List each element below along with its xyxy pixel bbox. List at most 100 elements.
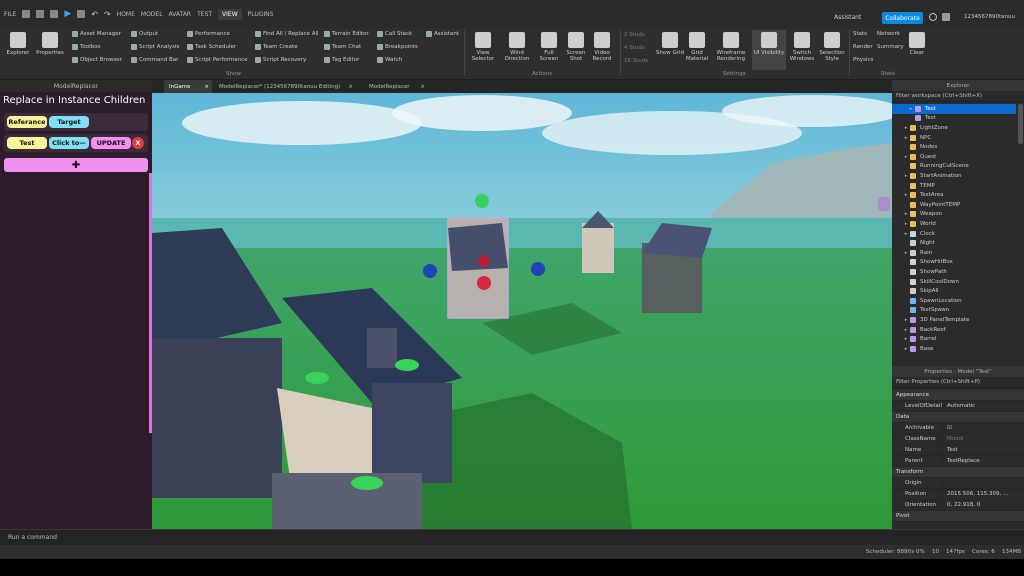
tab-avatar[interactable]: AVATAR [169, 11, 192, 18]
command-bar-button[interactable]: Command Bar [131, 57, 178, 63]
expand-arrow-icon[interactable]: ▸ [902, 336, 910, 342]
property-value[interactable]: 2015.506, 115.309, ... [942, 489, 1024, 499]
property-row[interactable]: Parent TestReplace [892, 456, 1024, 467]
tab-view[interactable]: VIEW [218, 8, 242, 20]
expand-arrow-icon[interactable]: ▸ [902, 125, 910, 131]
explorer-item[interactable]: ▸ World [892, 219, 1016, 229]
property-value[interactable]: Test [942, 445, 1024, 455]
clear-button[interactable]: Clear [902, 30, 932, 56]
script-analysis-button[interactable]: Script Analysis [131, 44, 179, 50]
wind-direction-button[interactable]: Wind Direction [502, 30, 532, 62]
expand-arrow-icon[interactable]: ▸ [902, 250, 910, 256]
stop-icon[interactable] [77, 10, 86, 18]
grid-material-button[interactable]: Grid Material [682, 30, 712, 62]
selection-style-button[interactable]: Selection Style [817, 30, 847, 62]
property-row[interactable]: Archivable ☑ [892, 423, 1024, 434]
physics-button[interactable]: Physics [853, 57, 873, 63]
tab-modelreplacer[interactable]: ModelReplacer × [364, 80, 428, 93]
task-scheduler-button[interactable]: Task Scheduler [187, 44, 236, 50]
open-icon[interactable] [36, 10, 45, 18]
view-selector-button[interactable]: View Selector [468, 30, 498, 62]
tab-test[interactable]: TEST [197, 11, 212, 18]
render-button[interactable]: Render [853, 44, 873, 50]
toolbox-button[interactable]: Toolbox [72, 44, 101, 50]
property-row[interactable]: LevelOfDetail Automatic [892, 401, 1024, 412]
explorer-item[interactable]: RunningCutScene [892, 162, 1016, 172]
property-value[interactable]: Model [942, 434, 1024, 444]
tab-modelreplacer-editing[interactable]: ModelReplacer* (1234567890tanuu Editing)… [214, 80, 356, 93]
tab-model[interactable]: MODEL [141, 11, 163, 18]
properties-filter-input[interactable]: Filter Properties (Ctrl+Shift+P) [892, 377, 1024, 388]
move-handle-x[interactable] [423, 264, 437, 278]
explorer-item[interactable]: ▸ StartAnimation [892, 171, 1016, 181]
explorer-item[interactable]: SpawnLocation [892, 296, 1016, 306]
reference-button[interactable]: Referance [7, 116, 47, 128]
move-handle-x[interactable] [531, 262, 545, 276]
close-icon[interactable]: × [204, 84, 209, 90]
object-browser-button[interactable]: Object Browser [72, 57, 122, 63]
expand-arrow-icon[interactable]: ▸ [902, 135, 910, 141]
output-button[interactable]: Output [131, 31, 158, 37]
username[interactable]: 1234567890tanuu [964, 14, 1015, 20]
team-create-button[interactable]: Team Create [255, 44, 298, 50]
explorer-item[interactable]: SkipAll [892, 286, 1016, 296]
explorer-filter-input[interactable]: Filter workspace (Ctrl+Shift+X) [892, 91, 1024, 102]
add-button[interactable]: ✚ [4, 158, 148, 172]
property-value[interactable]: TestReplace [942, 456, 1024, 466]
explorer-item[interactable]: ▸ TestArea [892, 190, 1016, 200]
team-chat-button[interactable]: Team Chat [324, 44, 361, 50]
explorer-item[interactable]: ▸ Rain [892, 248, 1016, 258]
property-value[interactable]: ☑ [942, 423, 1024, 433]
studs-16-option[interactable]: 16 Studs [624, 58, 648, 64]
move-handle-z[interactable] [478, 255, 490, 267]
script-recovery-button[interactable]: Script Recovery [255, 57, 306, 63]
video-record-button[interactable]: Video Record [587, 30, 617, 62]
ui-visibility-button[interactable]: UI Visibility [752, 30, 786, 70]
close-button[interactable]: X [132, 137, 144, 149]
update-button[interactable]: UPDATE [91, 137, 131, 149]
property-row[interactable]: Name Test [892, 445, 1024, 456]
test-button[interactable]: Test [7, 137, 47, 149]
3d-viewport[interactable] [152, 93, 892, 529]
expand-arrow-icon[interactable]: ▸ [902, 192, 910, 198]
explorer-item[interactable]: ▸ Test [892, 104, 1016, 114]
property-category[interactable]: Data [892, 412, 1024, 423]
property-category[interactable]: Pivot [892, 511, 1024, 522]
expand-arrow-icon[interactable]: ▸ [902, 211, 910, 217]
property-value[interactable]: 0, 22.918, 0 [942, 500, 1024, 510]
target-button[interactable]: Target [49, 116, 89, 128]
save-icon[interactable] [50, 10, 59, 18]
studs-4-option[interactable]: 4 Studs [624, 45, 645, 51]
expand-arrow-icon[interactable]: ▸ [902, 221, 910, 227]
tab-home[interactable]: HOME [117, 11, 135, 18]
close-icon[interactable]: × [348, 84, 353, 90]
property-value[interactable] [942, 478, 1024, 488]
property-row[interactable]: Origin [892, 478, 1024, 489]
explorer-item[interactable]: ▸ Weapon [892, 210, 1016, 220]
redo-icon[interactable]: ↷ [104, 10, 111, 19]
tab-ingame[interactable]: InGame × [164, 80, 212, 93]
studs-2-option[interactable]: 2 Studs [624, 32, 645, 38]
command-bar-input[interactable]: Run a command [0, 529, 1024, 545]
play-icon[interactable]: ▶ [64, 9, 71, 19]
properties-button[interactable]: Properties [35, 30, 65, 56]
terrain-editor-button[interactable]: Terrain Editor [324, 31, 369, 37]
explorer-item[interactable]: TEMP [892, 181, 1016, 191]
watch-button[interactable]: Watch [377, 57, 402, 63]
help-icon[interactable] [929, 13, 937, 21]
explorer-item[interactable]: ▸ Barrel [892, 334, 1016, 344]
property-category[interactable]: Appearance [892, 390, 1024, 401]
asset-manager-button[interactable]: Asset Manager [72, 31, 121, 37]
expand-arrow-icon[interactable]: ▸ [902, 346, 910, 352]
switch-windows-button[interactable]: Switch Windows [787, 30, 817, 62]
tab-plugins[interactable]: PLUGINS [248, 11, 274, 18]
collaborate-button[interactable]: Collaborate [882, 12, 923, 24]
explorer-item[interactable]: ▸ Base [892, 344, 1016, 354]
file-menu[interactable]: FILE [4, 11, 16, 18]
explorer-scrollbar[interactable] [1018, 104, 1023, 144]
network-button[interactable]: Network [877, 31, 900, 37]
property-value[interactable]: Automatic [942, 401, 1024, 411]
expand-arrow-icon[interactable]: ▸ [907, 106, 915, 112]
explorer-item[interactable]: Night [892, 238, 1016, 248]
expand-arrow-icon[interactable]: ▸ [902, 173, 910, 179]
